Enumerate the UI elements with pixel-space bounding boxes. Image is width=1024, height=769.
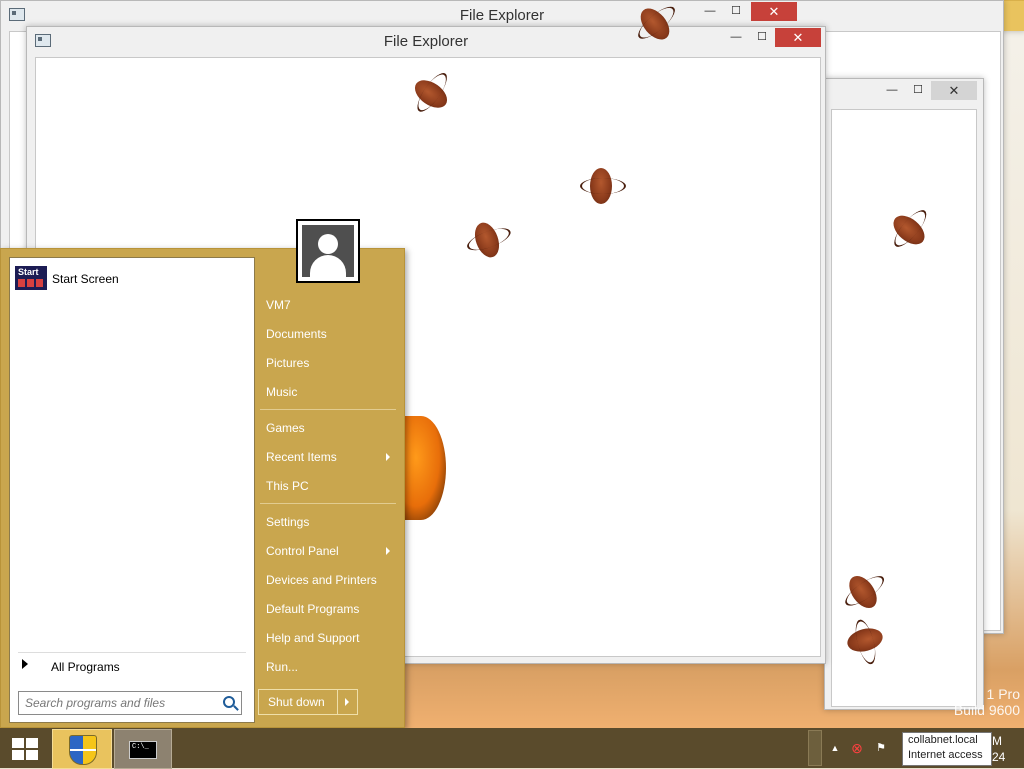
search-icon[interactable]	[223, 696, 235, 708]
network-status-icon[interactable]: ⊗	[850, 741, 864, 755]
minimize-button[interactable]: —	[697, 2, 723, 21]
programs-pane: Start Start Screen All Programs	[9, 257, 255, 723]
clock-time: M	[992, 734, 1002, 748]
menu-item-music[interactable]: Music	[258, 378, 396, 404]
menu-separator	[260, 503, 396, 504]
menu-item-run[interactable]: Run...	[258, 653, 396, 679]
menu-item-games[interactable]: Games	[258, 414, 396, 440]
menu-item-label: Pictures	[266, 356, 310, 370]
maximize-button[interactable]: ☐	[749, 28, 775, 47]
start-button[interactable]	[0, 729, 48, 767]
menu-item-label: This PC	[266, 479, 309, 493]
menu-item-vm7[interactable]: VM7	[258, 291, 396, 317]
menu-item-documents[interactable]: Documents	[258, 320, 396, 346]
taskbar-security-app[interactable]	[52, 729, 112, 769]
taskbar-grip[interactable]	[808, 730, 822, 766]
program-label: Start Screen	[52, 272, 119, 286]
watermark-edition: 1 Pro	[986, 686, 1020, 702]
search-box[interactable]	[18, 691, 242, 715]
shield-icon	[69, 735, 97, 765]
tooltip-network-name: collabnet.local	[908, 734, 978, 746]
watermark-build: Build 9600	[953, 702, 1020, 718]
minimize-button[interactable]: —	[879, 81, 905, 100]
expand-arrow-icon	[22, 659, 28, 669]
menu-item-default-programs[interactable]: Default Programs	[258, 595, 396, 621]
close-button[interactable]: ✕	[775, 28, 821, 47]
menu-item-label: Music	[266, 385, 298, 399]
menu-item-label: Control Panel	[266, 544, 339, 558]
shutdown-button[interactable]: Shut down	[258, 689, 358, 715]
windows-logo-icon	[12, 738, 38, 760]
menu-item-recent-items[interactable]: Recent Items	[258, 443, 396, 469]
menu-item-control-panel[interactable]: Control Panel	[258, 537, 396, 563]
window-title: File Explorer	[383, 33, 469, 50]
close-button[interactable]: ✕	[931, 81, 977, 100]
taskbar: C:\_	[0, 728, 1024, 769]
maximize-button[interactable]: ☐	[723, 2, 749, 21]
window-content	[831, 109, 977, 707]
menu-item-label: Default Programs	[266, 602, 360, 616]
menu-item-label: Recent Items	[266, 450, 337, 464]
user-avatar[interactable]	[296, 219, 360, 283]
all-programs-label: All Programs	[51, 660, 120, 674]
command-prompt-icon: C:\_	[129, 741, 157, 759]
maximize-button[interactable]: ☐	[905, 81, 931, 100]
submenu-arrow-icon	[386, 547, 390, 555]
clock-date: 24	[992, 750, 1006, 764]
system-clock[interactable]: M 24	[992, 733, 1005, 765]
show-hidden-icons-icon[interactable]: ▲	[828, 741, 842, 755]
taskbar-command-prompt[interactable]: C:\_	[114, 729, 172, 769]
menu-item-label: Settings	[266, 515, 310, 529]
start-screen-icon: Start	[15, 266, 47, 290]
menu-item-devices-and-printers[interactable]: Devices and Printers	[258, 566, 396, 592]
menu-item-help-and-support[interactable]: Help and Support	[258, 624, 396, 650]
submenu-arrow-icon	[386, 453, 390, 461]
titlebar[interactable]: File Explorer — ☐ ✕	[1, 1, 1003, 29]
menu-item-label: Games	[266, 421, 305, 435]
close-button[interactable]: ✕	[751, 2, 797, 21]
user-avatar-icon	[302, 225, 354, 277]
menu-item-settings[interactable]: Settings	[258, 508, 396, 534]
file-explorer-window-right: — ☐ ✕	[824, 78, 984, 710]
start-screen-item[interactable]: Start Start Screen	[15, 266, 247, 294]
action-center-flag-icon[interactable]: ⚑	[874, 741, 888, 755]
cockroach-icon	[580, 168, 626, 204]
menu-item-pictures[interactable]: Pictures	[258, 349, 396, 375]
shutdown-label: Shut down	[268, 695, 325, 709]
search-input[interactable]	[23, 694, 217, 712]
all-programs-button[interactable]: All Programs	[18, 652, 246, 674]
menu-item-label: VM7	[266, 298, 291, 312]
menu-item-label: Devices and Printers	[266, 573, 377, 587]
network-tooltip: collabnet.local Internet access	[902, 732, 992, 766]
minimize-button[interactable]: —	[723, 28, 749, 47]
menu-separator	[260, 409, 396, 410]
tooltip-network-status: Internet access	[908, 749, 983, 761]
window-title: File Explorer	[459, 7, 545, 24]
menu-item-label: Run...	[266, 660, 299, 674]
titlebar[interactable]: File Explorer — ☐ ✕	[27, 27, 825, 55]
shutdown-options-arrow-icon[interactable]	[345, 698, 349, 706]
menu-item-this-pc[interactable]: This PC	[258, 472, 396, 498]
menu-item-label: Help and Support	[266, 631, 360, 645]
os-watermark: 1 Pro Build 9600	[940, 686, 1020, 718]
menu-item-label: Documents	[266, 327, 327, 341]
